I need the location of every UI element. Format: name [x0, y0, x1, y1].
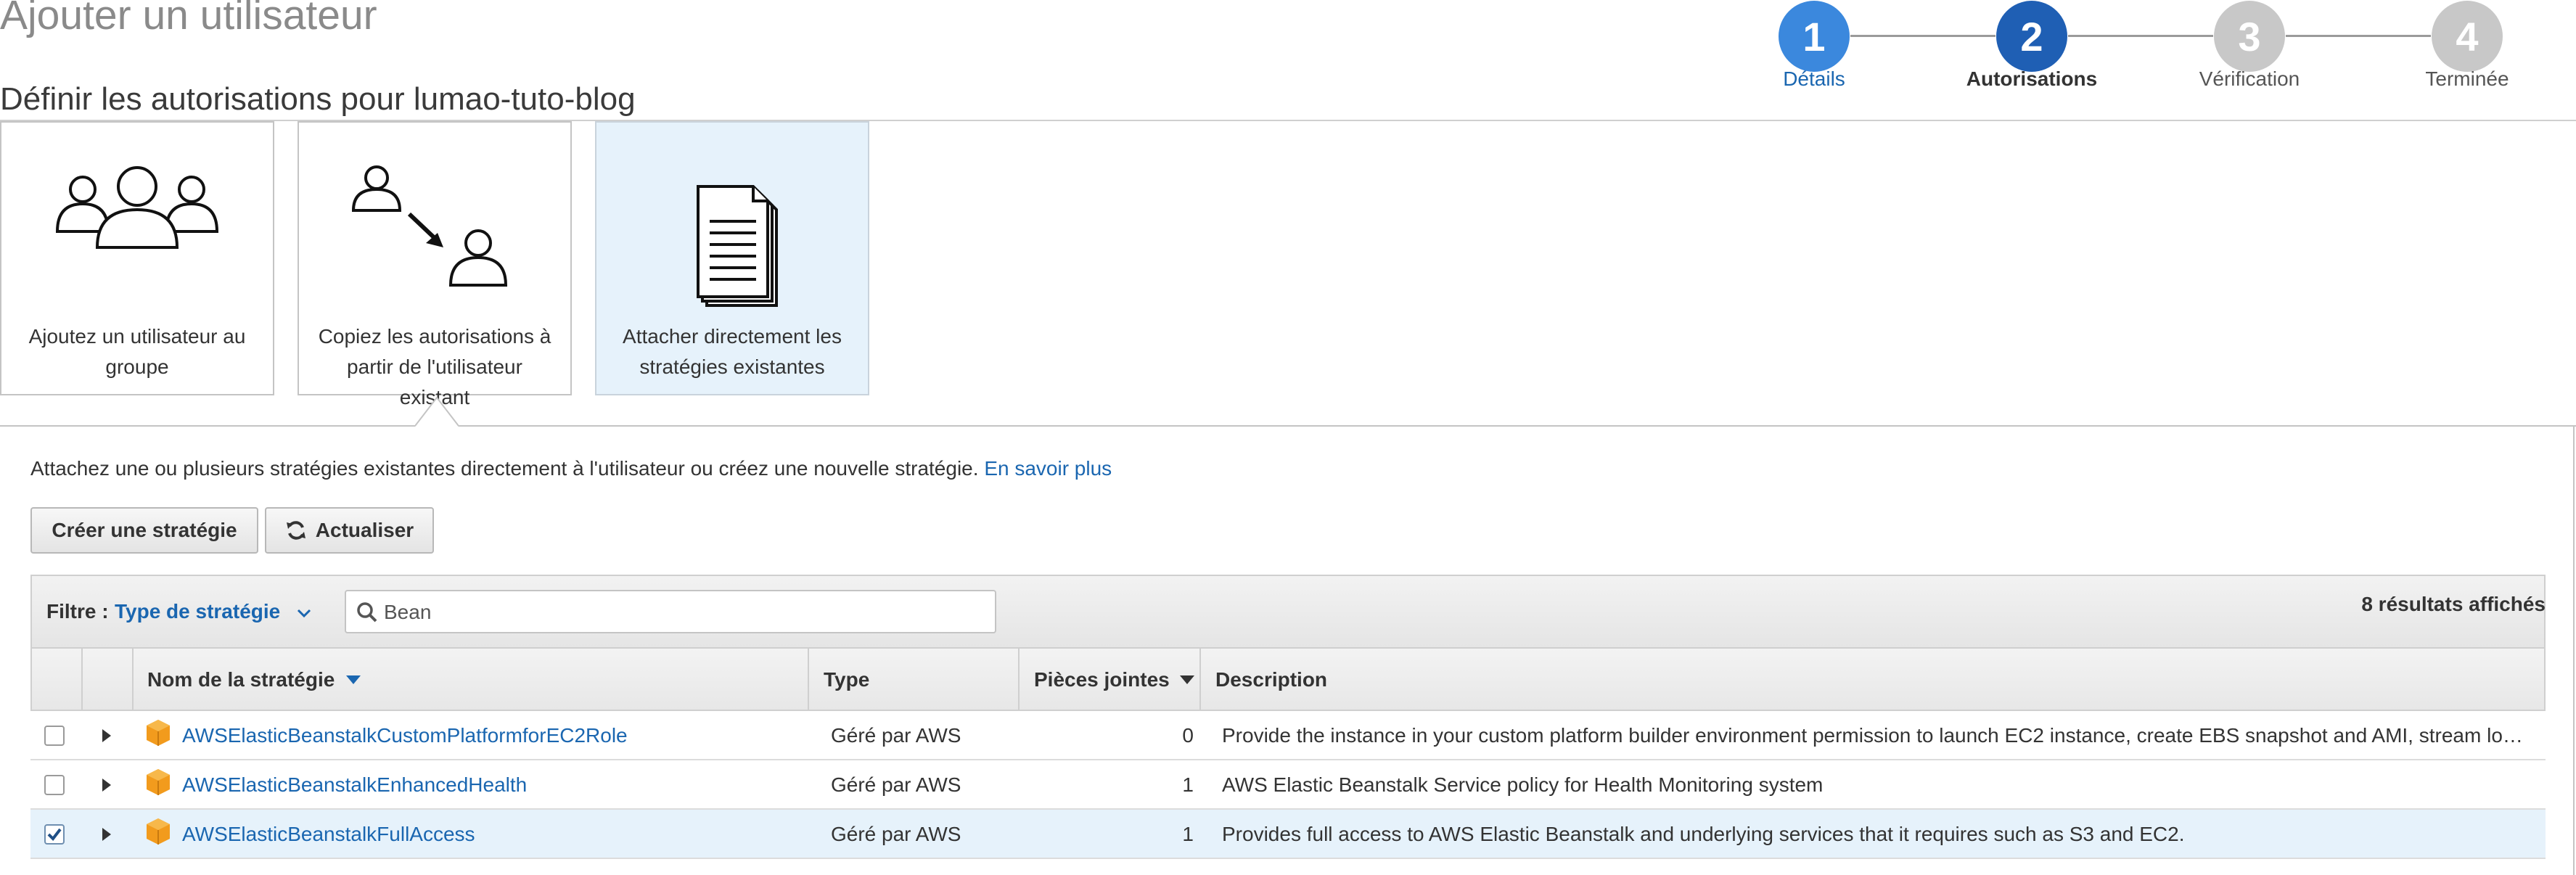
wizard-step-details[interactable]: 1 Détails — [1705, 1, 1923, 91]
policy-description: Provides full access to AWS Elastic Bean… — [1222, 823, 2185, 845]
wizard-step-complete: 4 Terminée — [2358, 1, 2576, 91]
refresh-button[interactable]: Actualiser — [265, 507, 434, 554]
selection-pointer-icon — [415, 396, 459, 427]
expand-row-icon[interactable] — [102, 810, 111, 859]
policy-name-link[interactable]: AWSElasticBeanstalkEnhancedHealth — [182, 760, 527, 810]
filter-label: Filtre : — [46, 600, 109, 623]
filter-value: Type de stratégie — [115, 600, 281, 623]
button-label: Actualiser — [315, 519, 414, 541]
column-divider — [1199, 649, 1201, 711]
row-checkbox[interactable] — [44, 726, 65, 746]
user-group-icon — [1, 159, 273, 271]
policy-type: Géré par AWS — [831, 823, 961, 845]
policy-description: Provide the instance in your custom plat… — [1222, 724, 2523, 747]
policy-documents-icon — [596, 181, 868, 311]
policy-type-filter[interactable]: Type de stratégie — [115, 600, 312, 623]
column-divider — [1018, 649, 1020, 711]
step-label: Vérification — [2199, 67, 2300, 90]
policy-search-box[interactable] — [345, 590, 996, 633]
attachment-count: 0 — [1182, 724, 1194, 747]
column-divider — [132, 649, 134, 711]
chevron-down-icon — [297, 609, 311, 618]
search-input[interactable] — [382, 596, 980, 629]
results-count: 8 résultats affichés — [2361, 593, 2546, 615]
refresh-icon — [286, 521, 305, 540]
learn-more-link[interactable]: En savoir plus — [984, 457, 1112, 480]
step-number-circle: 3 — [2214, 1, 2285, 72]
policy-type: Géré par AWS — [831, 724, 961, 747]
policy-type: Géré par AWS — [831, 773, 961, 796]
step-number-circle: 2 — [1996, 1, 2067, 72]
option-add-to-group[interactable]: Ajoutez un utilisateur au groupe — [0, 121, 274, 395]
policy-description: AWS Elastic Beanstalk Service policy for… — [1222, 773, 1824, 796]
panel-description: Attachez une ou plusieurs stratégies exi… — [30, 457, 1112, 480]
option-copy-permissions[interactable]: Copiez les autorisations à partir de l'u… — [298, 121, 572, 408]
column-header-description[interactable]: Description — [1215, 649, 1327, 711]
column-header-name[interactable]: Nom de la stratégie — [147, 649, 361, 711]
step-label: Terminée — [2425, 67, 2509, 90]
column-title: Nom de la stratégie — [147, 668, 335, 691]
option-label: Attacher directement les stratégies exis… — [623, 325, 842, 378]
column-title: Pièces jointes — [1034, 668, 1170, 691]
column-title: Description — [1215, 668, 1328, 691]
panel-border — [2573, 425, 2575, 875]
column-header-attachments[interactable]: Pièces jointes — [1034, 649, 1194, 711]
section-title: Définir les autorisations pour lumao-tut… — [0, 81, 636, 117]
option-attach-policies[interactable]: Attacher directement les stratégies exis… — [595, 121, 869, 395]
policy-name-link[interactable]: AWSElasticBeanstalkCustomPlatformforEC2R… — [182, 711, 628, 760]
row-checkbox-cell — [44, 810, 65, 859]
aws-policy-icon — [145, 757, 171, 807]
policy-name: AWSElasticBeanstalkEnhancedHealth — [182, 773, 528, 796]
button-label: Créer une stratégie — [52, 519, 237, 541]
checkmark-icon — [47, 828, 62, 841]
column-divider — [81, 649, 83, 711]
create-policy-button[interactable]: Créer une stratégie — [30, 507, 258, 554]
column-header-type[interactable]: Type — [824, 649, 869, 711]
policy-name-link[interactable]: AWSElasticBeanstalkFullAccess — [182, 810, 475, 859]
sort-descending-icon — [346, 675, 361, 684]
column-title: Type — [824, 668, 870, 691]
step-number-circle: 1 — [1779, 1, 1850, 72]
policy-name: AWSElasticBeanstalkCustomPlatformforEC2R… — [182, 724, 628, 747]
policy-name: AWSElasticBeanstalkFullAccess — [182, 823, 475, 845]
step-label: Détails — [1783, 67, 1845, 90]
aws-policy-icon — [145, 807, 171, 856]
search-icon — [357, 602, 377, 623]
page-title: Ajouter un utilisateur — [0, 0, 377, 38]
row-checkbox-cell — [44, 711, 65, 760]
wizard-step-review: 3 Vérification — [2141, 1, 2358, 91]
copy-user-permissions-icon — [299, 163, 570, 297]
row-checkbox[interactable] — [44, 775, 65, 795]
row-checkbox-cell — [44, 760, 65, 810]
expand-row-icon[interactable] — [102, 711, 111, 760]
column-divider — [808, 649, 809, 711]
step-label: Autorisations — [1966, 67, 2098, 90]
option-label: Ajoutez un utilisateur au groupe — [28, 325, 246, 378]
aws-policy-icon — [145, 708, 171, 757]
wizard-step-permissions: 2 Autorisations — [1923, 1, 2141, 91]
row-checkbox-checked[interactable] — [44, 824, 65, 845]
expand-row-icon[interactable] — [102, 760, 111, 810]
attachment-count: 1 — [1182, 823, 1194, 845]
attachment-count: 1 — [1182, 773, 1194, 796]
sort-icon — [1179, 675, 1194, 684]
description-text: Attachez une ou plusieurs stratégies exi… — [30, 457, 979, 480]
step-number-circle: 4 — [2432, 1, 2503, 72]
